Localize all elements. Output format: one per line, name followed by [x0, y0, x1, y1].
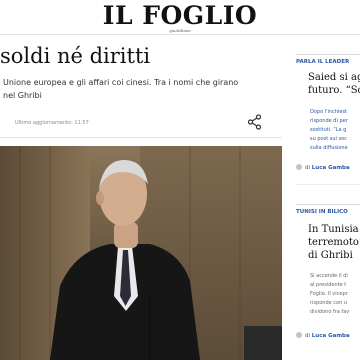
article-subtitle: Unione europea e gli affari coi cinesi. … — [3, 76, 285, 102]
article-title: soldi né diritti — [0, 44, 151, 68]
sidebar-text: risponde con u — [310, 300, 348, 306]
author-name: Luca Gamba — [311, 333, 350, 339]
share-icon[interactable] — [246, 113, 264, 131]
sidebar-author[interactable]: di Luca Gamba — [296, 332, 360, 339]
sidebar-text: Si accende il di — [310, 273, 348, 279]
sidebar-text: sostituti. “La g — [310, 127, 347, 133]
sidebar-text: al presidente t — [310, 282, 347, 288]
sidebar-headline[interactable]: di Ghribi — [308, 250, 360, 262]
author-prefix: di — [305, 333, 311, 339]
sidebar-headline[interactable]: In Tunisia i — [308, 224, 360, 236]
last-updated: Ultimo aggiornamento: 11:57 — [15, 120, 89, 126]
sidebar-text: sulla diffusione — [310, 145, 348, 151]
author-name: Luca Gamba — [311, 165, 350, 171]
divider — [296, 184, 360, 185]
site-header: IL FOGLIO quotidiano — [0, 0, 360, 35]
article-photo[interactable] — [0, 146, 282, 360]
subtitle-line: Unione europea e gli affari coi cinesi. … — [3, 78, 239, 87]
author-prefix: di — [305, 165, 311, 171]
avatar — [296, 164, 302, 170]
sidebar-text: risponde di per — [310, 118, 348, 124]
sidebar-headline[interactable]: futuro. “So — [308, 85, 360, 97]
sidebar-headline[interactable]: Saied si ag — [308, 72, 360, 84]
sidebar-author[interactable]: di Luca Gamba — [296, 164, 360, 171]
sidebar-headline[interactable]: terremoto” — [308, 237, 360, 249]
subtitle-line: nel Ghribi — [3, 91, 42, 100]
sidebar: PARLA IL LEADER Saied si ag futuro. “So … — [296, 40, 360, 360]
sidebar-text: Dopo l'inchiest — [310, 109, 348, 115]
site-logo[interactable]: IL FOGLIO — [0, 3, 360, 29]
sidebar-text: su post sui soc — [310, 136, 347, 142]
sidebar-label[interactable]: PARLA IL LEADER — [296, 54, 360, 69]
article-meta: Ultimo aggiornamento: 11:57 — [0, 113, 282, 138]
sidebar-text: dividono fra fav — [310, 309, 350, 315]
logo-subtitle: quotidiano — [169, 28, 191, 33]
sidebar-text: Foglio. Il vicepr — [310, 291, 348, 297]
sidebar-label[interactable]: TUNISI IN BILICO — [296, 204, 360, 219]
avatar — [296, 332, 302, 338]
